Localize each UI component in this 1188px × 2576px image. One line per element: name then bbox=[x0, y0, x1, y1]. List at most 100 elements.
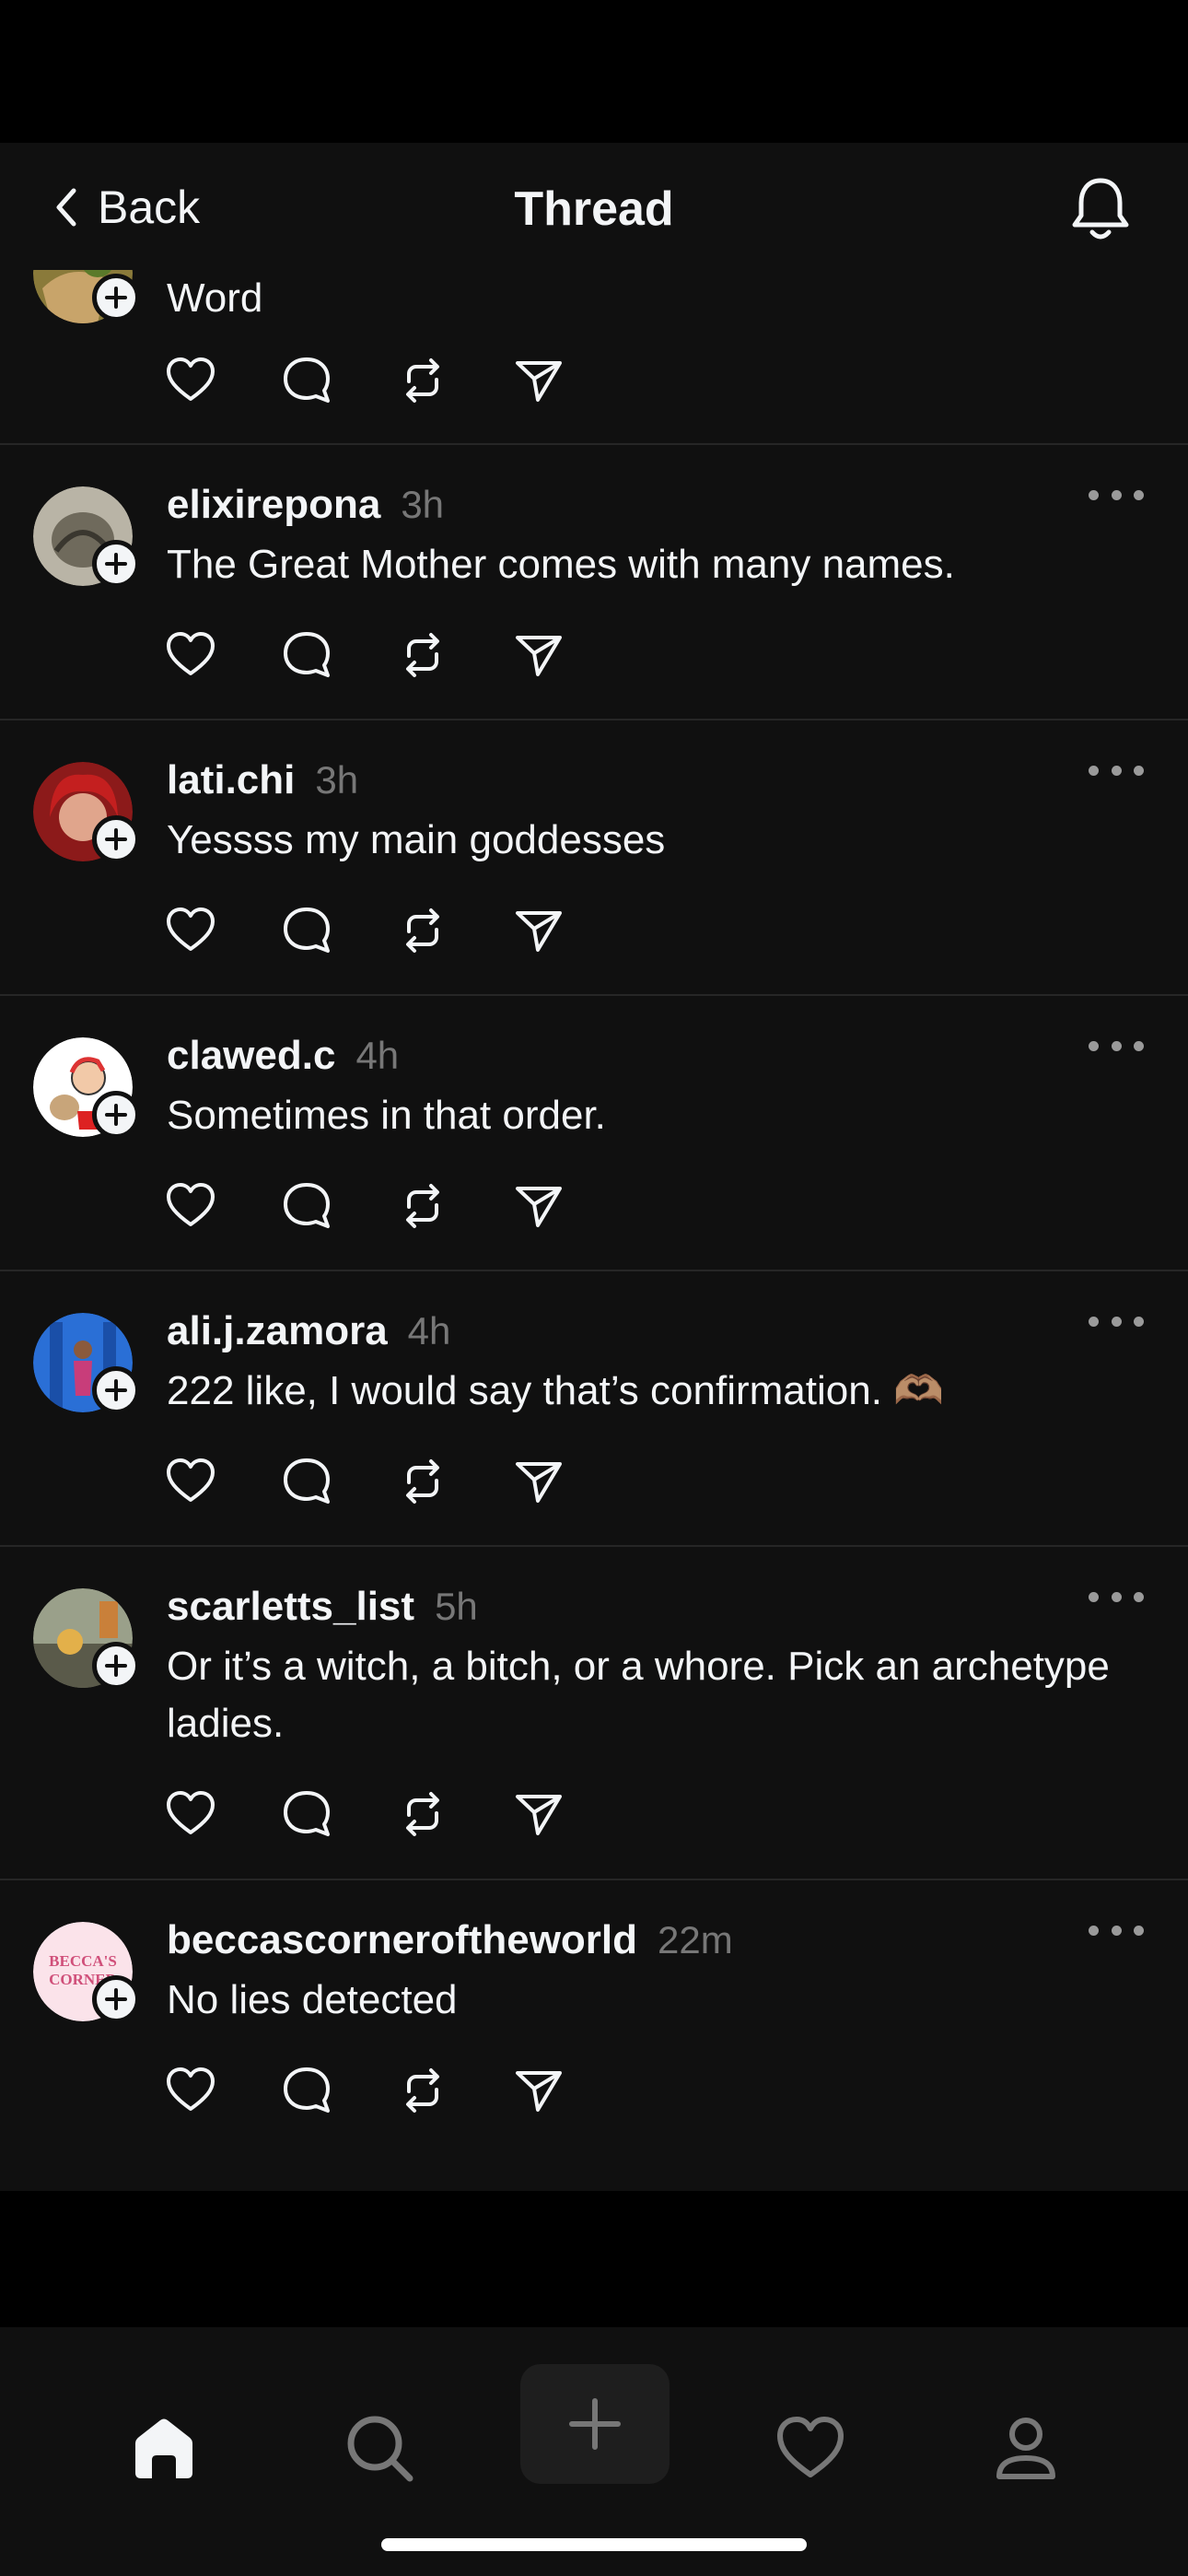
post-text: Yessss my main goddesses bbox=[167, 817, 666, 862]
more-icon bbox=[1089, 1925, 1099, 1936]
follow-button[interactable] bbox=[92, 274, 140, 322]
share-button[interactable] bbox=[512, 1179, 565, 1233]
more-options-button[interactable] bbox=[1089, 756, 1144, 784]
plus-icon bbox=[105, 1988, 127, 2010]
more-options-button[interactable] bbox=[1089, 1583, 1144, 1610]
share-button[interactable] bbox=[512, 628, 565, 682]
post-actions bbox=[164, 1179, 565, 1233]
share-icon bbox=[516, 1187, 562, 1227]
like-button[interactable] bbox=[164, 354, 217, 407]
plus-icon bbox=[105, 1379, 127, 1401]
comment-button[interactable] bbox=[280, 1179, 333, 1233]
threads-app-screen: Back Thread Word elixirepona 3h The Grea… bbox=[0, 0, 1188, 2576]
share-icon bbox=[516, 911, 562, 952]
username[interactable]: beccascorneroftheworld bbox=[167, 1917, 637, 1963]
repost-button[interactable] bbox=[396, 628, 449, 682]
post-text: Word bbox=[167, 275, 263, 321]
comment-icon bbox=[284, 1183, 330, 1228]
more-options-button[interactable] bbox=[1089, 481, 1144, 509]
plus-icon bbox=[105, 1655, 127, 1677]
share-button[interactable] bbox=[512, 1455, 565, 1508]
comment-button[interactable] bbox=[280, 628, 333, 682]
share-button[interactable] bbox=[512, 904, 565, 957]
tab-profile[interactable] bbox=[952, 2364, 1100, 2530]
repost-icon bbox=[406, 908, 439, 953]
profile-icon bbox=[996, 2418, 1055, 2479]
post-header: lati.chi 3h bbox=[167, 757, 358, 803]
like-button[interactable] bbox=[164, 904, 217, 957]
repost-icon bbox=[406, 1184, 439, 1228]
timestamp: 5h bbox=[435, 1585, 478, 1628]
plus-icon bbox=[105, 553, 127, 575]
tab-activity[interactable] bbox=[737, 2364, 884, 2530]
repost-button[interactable] bbox=[396, 904, 449, 957]
repost-button[interactable] bbox=[396, 1179, 449, 1233]
comment-button[interactable] bbox=[280, 1787, 333, 1841]
like-button[interactable] bbox=[164, 2064, 217, 2117]
more-options-button[interactable] bbox=[1089, 1916, 1144, 1944]
follow-button[interactable] bbox=[92, 1975, 140, 2023]
timestamp: 3h bbox=[315, 758, 359, 802]
page-title: Thread bbox=[514, 182, 674, 236]
bell-icon[interactable] bbox=[1068, 175, 1133, 243]
post-actions bbox=[164, 354, 565, 407]
username[interactable]: clawed.c bbox=[167, 1033, 335, 1079]
username[interactable]: lati.chi bbox=[167, 757, 295, 803]
comment-button[interactable] bbox=[280, 2064, 333, 2117]
username[interactable]: ali.j.zamora bbox=[167, 1308, 388, 1354]
status-bar bbox=[0, 0, 1188, 143]
comment-button[interactable] bbox=[280, 904, 333, 957]
like-button[interactable] bbox=[164, 1787, 217, 1841]
repost-button[interactable] bbox=[396, 1455, 449, 1508]
comment-icon bbox=[284, 357, 330, 403]
timestamp: 4h bbox=[355, 1034, 400, 1077]
like-button[interactable] bbox=[164, 628, 217, 682]
post-text: No lies detected bbox=[167, 1977, 458, 2022]
follow-button[interactable] bbox=[92, 1091, 140, 1139]
comment-button[interactable] bbox=[280, 1455, 333, 1508]
post-actions bbox=[164, 1787, 565, 1841]
post-text: Sometimes in that order. bbox=[167, 1093, 606, 1138]
more-options-button[interactable] bbox=[1089, 1307, 1144, 1335]
tab-search[interactable] bbox=[306, 2364, 453, 2530]
share-button[interactable] bbox=[512, 354, 565, 407]
comment-icon bbox=[284, 1458, 330, 1504]
repost-icon bbox=[406, 358, 439, 403]
follow-button[interactable] bbox=[92, 1366, 140, 1414]
comment-button[interactable] bbox=[280, 354, 333, 407]
repost-icon bbox=[406, 1792, 439, 1836]
tab-home[interactable] bbox=[90, 2364, 238, 2530]
post-actions bbox=[164, 904, 565, 957]
plus-icon bbox=[105, 287, 127, 309]
avatar-logo-text: BECCA'S bbox=[49, 1952, 117, 1970]
feed-bottom-spacer bbox=[0, 2191, 1188, 2327]
more-options-button[interactable] bbox=[1089, 1032, 1144, 1060]
thread-post: elixirepona 3h The Great Mother comes wi… bbox=[0, 445, 1188, 720]
thread-post: ali.j.zamora 4h 222 like, I would say th… bbox=[0, 1271, 1188, 1547]
username[interactable]: elixirepona bbox=[167, 482, 380, 528]
repost-button[interactable] bbox=[396, 1787, 449, 1841]
follow-button[interactable] bbox=[92, 540, 140, 588]
post-header: elixirepona 3h bbox=[167, 482, 444, 528]
share-button[interactable] bbox=[512, 1787, 565, 1841]
post-actions bbox=[164, 628, 565, 682]
follow-button[interactable] bbox=[92, 815, 140, 863]
plus-icon bbox=[105, 828, 127, 850]
thread-post: lati.chi 3h Yessss my main goddesses bbox=[0, 720, 1188, 996]
repost-button[interactable] bbox=[396, 2064, 449, 2117]
like-button[interactable] bbox=[164, 1455, 217, 1508]
repost-icon bbox=[406, 1459, 439, 1504]
like-button[interactable] bbox=[164, 1179, 217, 1233]
follow-button[interactable] bbox=[92, 1642, 140, 1690]
username[interactable]: scarletts_list bbox=[167, 1584, 414, 1630]
home-indicator[interactable] bbox=[381, 2538, 807, 2551]
heart-icon bbox=[167, 1791, 215, 1834]
tab-create[interactable] bbox=[520, 2364, 670, 2484]
more-icon bbox=[1089, 1316, 1099, 1327]
share-icon bbox=[516, 1795, 562, 1835]
post-actions bbox=[164, 1455, 565, 1508]
thread-replies-feed[interactable]: Word elixirepona 3h The Great Mother com… bbox=[0, 270, 1188, 2191]
repost-button[interactable] bbox=[396, 354, 449, 407]
post-header: scarletts_list 5h bbox=[167, 1584, 478, 1630]
share-button[interactable] bbox=[512, 2064, 565, 2117]
